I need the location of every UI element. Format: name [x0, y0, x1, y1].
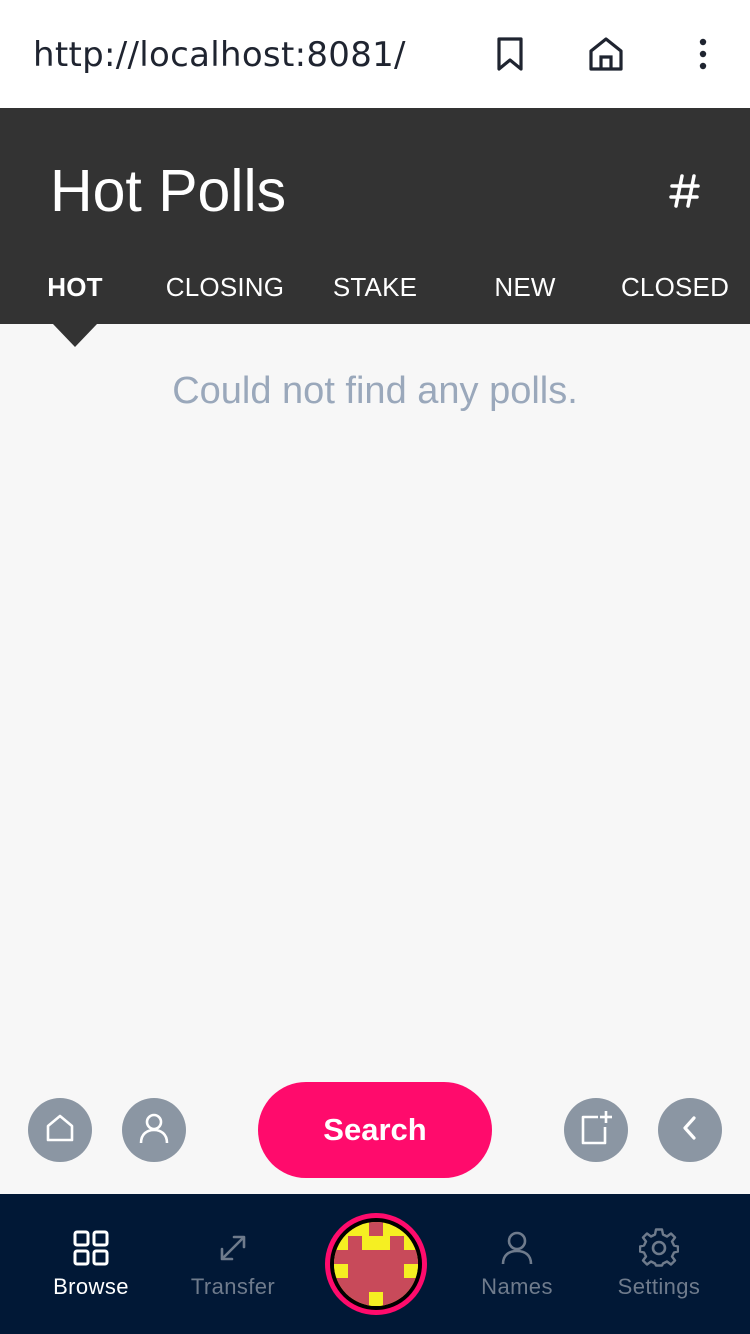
tab-closing[interactable]: CLOSING — [150, 272, 300, 303]
tab-bar: HOT CLOSING STAKE NEW CLOSED — [0, 272, 750, 324]
new-post-button[interactable] — [564, 1098, 628, 1162]
identicon-avatar — [334, 1222, 418, 1306]
tab-stake[interactable]: STAKE — [300, 272, 450, 303]
gear-icon — [637, 1226, 681, 1270]
expand-arrows-icon — [211, 1226, 255, 1270]
nav-names[interactable]: Names — [447, 1194, 587, 1334]
nav-browse[interactable]: Browse — [21, 1194, 161, 1334]
active-tab-indicator — [53, 324, 97, 347]
user-icon — [495, 1226, 539, 1270]
browser-bar: http://localhost:8081/ — [0, 0, 750, 108]
home-icon — [44, 1112, 76, 1149]
back-button[interactable] — [658, 1098, 722, 1162]
tab-new[interactable]: NEW — [450, 272, 600, 303]
search-button[interactable]: Search — [258, 1082, 492, 1178]
page-title: Hot Polls — [50, 158, 287, 224]
tab-hot[interactable]: HOT — [0, 272, 150, 303]
nav-label-transfer: Transfer — [190, 1274, 276, 1299]
nav-label-browse: Browse — [53, 1274, 129, 1299]
home-button[interactable] — [28, 1098, 92, 1162]
home-icon[interactable] — [582, 30, 630, 78]
grid-icon — [69, 1226, 113, 1270]
user-icon — [137, 1111, 171, 1150]
bookmark-icon[interactable] — [486, 30, 534, 78]
chevron-left-icon — [678, 1114, 702, 1147]
app-header: Hot Polls HOT CLOSING STAKE NEW CLOSED — [0, 108, 750, 324]
nav-transfer[interactable]: Transfer — [163, 1194, 303, 1334]
empty-state-message: Could not find any polls. — [172, 370, 578, 412]
new-post-icon — [578, 1109, 614, 1152]
tab-closed[interactable]: CLOSED — [600, 272, 750, 303]
account-avatar-button[interactable] — [325, 1213, 427, 1315]
profile-button[interactable] — [122, 1098, 186, 1162]
nav-settings[interactable]: Settings — [589, 1194, 729, 1334]
nav-label-settings: Settings — [617, 1274, 701, 1299]
more-vertical-icon[interactable] — [679, 30, 727, 78]
hashtag-icon[interactable] — [660, 166, 710, 216]
url-bar[interactable]: http://localhost:8081/ — [33, 35, 406, 75]
nav-label-names: Names — [481, 1274, 553, 1299]
